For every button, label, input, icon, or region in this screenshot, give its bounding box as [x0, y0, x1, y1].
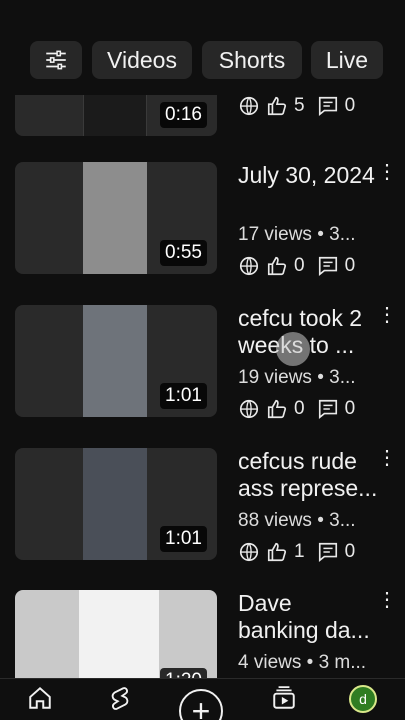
thumb-up-icon[interactable]: [266, 95, 288, 117]
filter-bar: Videos Shorts Live: [0, 0, 405, 95]
thumbnail-frame: [83, 448, 147, 560]
video-thumbnail[interactable]: 0:55: [15, 162, 217, 274]
video-thumbnail[interactable]: 1:20: [15, 590, 217, 678]
video-stats: 5 0: [238, 93, 355, 119]
video-row[interactable]: 1:01 cefcu took 2 weeks to ... ⋮ 19 view…: [0, 305, 405, 435]
video-meta: 17 views • 3...: [238, 224, 356, 245]
kebab-menu-icon[interactable]: ⋮: [377, 162, 397, 182]
video-thumbnail[interactable]: 1:01: [15, 305, 217, 417]
video-thumbnail[interactable]: 1:01: [15, 448, 217, 560]
video-list[interactable]: 0:16 5 0 0:55 July 30, 2024 ⋮ 17 views •…: [0, 0, 405, 678]
comment-count: 0: [344, 398, 356, 419]
comment-icon[interactable]: [317, 255, 339, 277]
avatar[interactable]: d: [349, 685, 377, 713]
globe-icon: [239, 542, 259, 562]
thumb-up-icon[interactable]: [266, 255, 288, 277]
comment-icon[interactable]: [317, 398, 339, 420]
create-plus-icon[interactable]: +: [179, 689, 223, 720]
thumbnail-frame: [83, 162, 147, 274]
chip-live[interactable]: Live: [311, 41, 383, 79]
nav-shorts[interactable]: [100, 685, 140, 720]
video-row[interactable]: 1:20 Dave banking da... ⋮ 4 views • 3 m.…: [0, 590, 405, 678]
thumb-up-icon[interactable]: [266, 398, 288, 420]
like-count: 1: [294, 541, 305, 562]
comment-count: 0: [344, 541, 356, 562]
nav-home[interactable]: [20, 685, 60, 720]
like-count: 0: [294, 398, 305, 419]
home-icon: [29, 686, 51, 709]
video-duration: 0:16: [160, 102, 207, 128]
bottom-navigation: + d: [0, 678, 405, 720]
comment-icon[interactable]: [317, 95, 339, 117]
thumbnail-frame: [83, 305, 147, 417]
chip-shorts[interactable]: Shorts: [202, 41, 302, 79]
video-duration: 1:20: [160, 668, 207, 678]
thumb-up-icon[interactable]: [266, 541, 288, 563]
video-row[interactable]: 0:55 July 30, 2024 ⋮ 17 views • 3... 0 0: [0, 162, 405, 292]
video-title[interactable]: cefcus rude ass represe...: [238, 448, 378, 502]
video-meta: 88 views • 3...: [238, 510, 356, 531]
kebab-menu-icon[interactable]: ⋮: [377, 590, 397, 610]
video-meta: 4 views • 3 m...: [238, 652, 367, 673]
filter-sliders-icon: [46, 50, 66, 70]
video-stats: 0 0: [238, 253, 355, 279]
video-stats: 0 0: [238, 396, 355, 422]
video-stats: 1 0: [238, 539, 355, 565]
video-duration: 0:55: [160, 240, 207, 266]
chip-videos[interactable]: Videos: [92, 41, 192, 79]
like-count: 0: [294, 255, 305, 276]
kebab-menu-icon[interactable]: ⋮: [377, 448, 397, 468]
thumbnail-frame: [79, 590, 159, 678]
shorts-icon: [111, 687, 129, 710]
touch-indicator: [276, 332, 310, 366]
globe-icon: [239, 96, 259, 116]
video-duration: 1:01: [160, 526, 207, 552]
kebab-menu-icon[interactable]: ⋮: [377, 305, 397, 325]
video-title[interactable]: July 30, 2024: [238, 162, 378, 189]
video-meta: 19 views • 3...: [238, 367, 356, 388]
nav-subscriptions[interactable]: [264, 685, 304, 720]
like-count: 5: [294, 95, 305, 116]
comment-count: 0: [344, 95, 356, 116]
video-row[interactable]: 1:01 cefcus rude ass represe... ⋮ 88 vie…: [0, 448, 405, 578]
video-duration: 1:01: [160, 383, 207, 409]
globe-icon: [239, 399, 259, 419]
subscriptions-icon: [273, 686, 295, 709]
globe-icon: [239, 256, 259, 276]
filter-button[interactable]: [30, 41, 82, 79]
video-title[interactable]: Dave banking da...: [238, 590, 378, 644]
comment-count: 0: [344, 255, 356, 276]
comment-icon[interactable]: [317, 541, 339, 563]
